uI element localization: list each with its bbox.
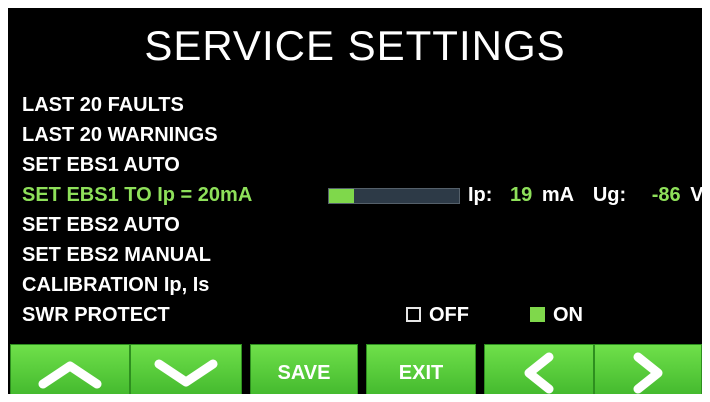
- exit-button[interactable]: EXIT: [366, 344, 476, 394]
- page-title: SERVICE SETTINGS: [144, 22, 566, 69]
- chevron-up-icon: [38, 361, 102, 389]
- menu-item-swr-protect[interactable]: SWR PROTECT: [22, 300, 702, 330]
- swr-on-label: ON: [553, 304, 583, 326]
- menu-item-set-ebs1-auto[interactable]: SET EBS1 AUTO: [22, 150, 702, 180]
- ip-unit: mA: [541, 184, 574, 206]
- menu: LAST 20 FAULTS LAST 20 WARNINGS SET EBS1…: [22, 90, 702, 330]
- swr-off-option[interactable]: OFF: [406, 300, 469, 330]
- save-button[interactable]: SAVE: [250, 344, 358, 394]
- ebs1-readout: Ip: 19 mA Ug: -86 V: [468, 180, 702, 210]
- chevron-down-icon: [154, 359, 218, 387]
- menu-item-calibration[interactable]: CALIBRATION Ip, Is: [22, 270, 702, 300]
- button-bar: SAVE EXIT: [8, 344, 702, 394]
- swr-off-label: OFF: [429, 304, 469, 326]
- ebs1-row: SET EBS1 TO Ip = 20mA Ip: 19 mA Ug: -86 …: [22, 180, 702, 210]
- ip-label: Ip:: [468, 184, 493, 206]
- ip-level-fill: [329, 189, 354, 203]
- menu-item-set-ebs2-auto[interactable]: SET EBS2 AUTO: [22, 210, 702, 240]
- menu-item-set-ebs2-manual[interactable]: SET EBS2 MANUAL: [22, 240, 702, 270]
- menu-item-last-20-warnings[interactable]: LAST 20 WARNINGS: [22, 120, 702, 150]
- scroll-up-button[interactable]: [10, 344, 130, 394]
- ip-level-bar: [328, 188, 460, 204]
- ug-value: -86: [651, 184, 681, 206]
- ip-value: 19: [510, 184, 533, 206]
- swr-row: SWR PROTECT OFF ON: [22, 300, 702, 330]
- scroll-down-button[interactable]: [130, 344, 242, 394]
- screen: SERVICE SETTINGS LAST 20 FAULTS LAST 20 …: [8, 8, 702, 394]
- swr-on-option[interactable]: ON: [530, 300, 583, 330]
- swr-on-checkbox[interactable]: [530, 307, 545, 322]
- ug-unit: V: [690, 184, 702, 206]
- menu-item-last-20-faults[interactable]: LAST 20 FAULTS: [22, 90, 702, 120]
- chevron-right-icon: [633, 352, 663, 394]
- ug-label: Ug:: [592, 184, 627, 206]
- next-button[interactable]: [594, 344, 702, 394]
- swr-off-checkbox[interactable]: [406, 307, 421, 322]
- previous-button[interactable]: [484, 344, 594, 394]
- chevron-left-icon: [524, 352, 554, 394]
